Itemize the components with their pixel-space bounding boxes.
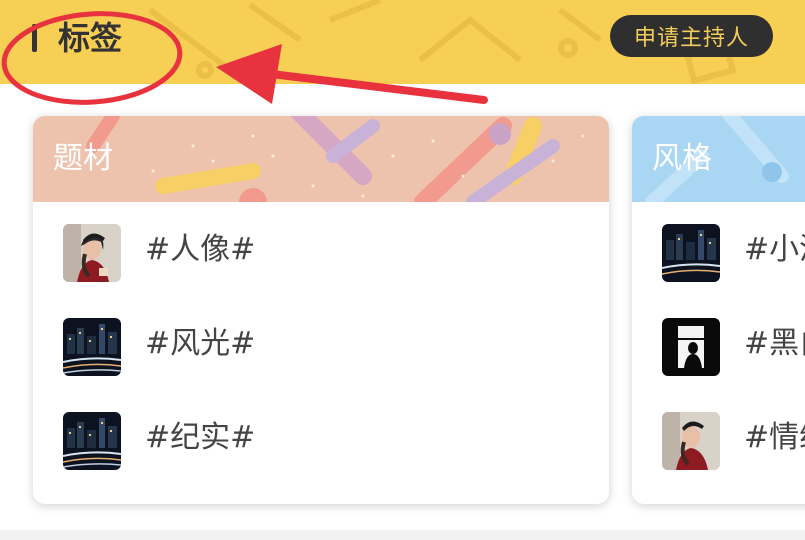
annotation-arrowhead	[216, 44, 282, 104]
annotation-circle	[1, 11, 183, 105]
annotation-arrow	[251, 68, 488, 104]
annotation-overlay	[1, 11, 488, 105]
